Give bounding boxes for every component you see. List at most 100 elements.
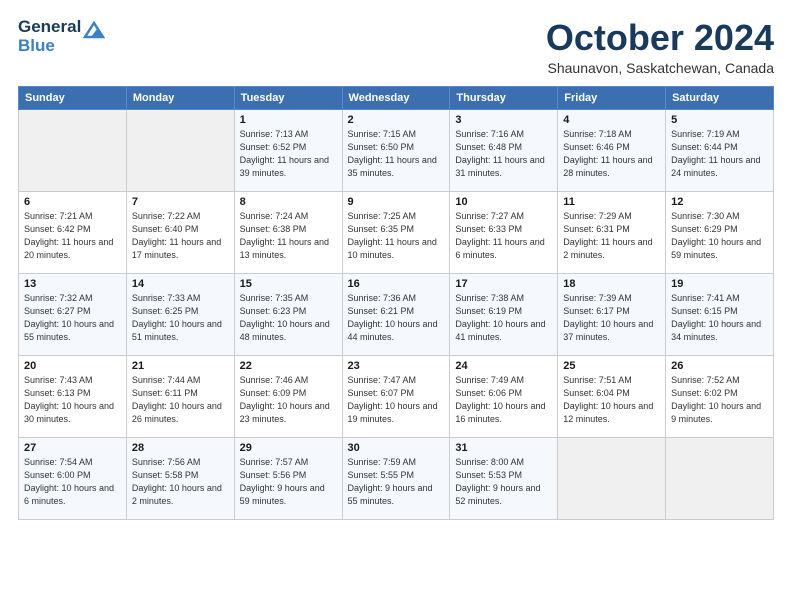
calendar-cell: 19 Sunrise: 7:41 AM Sunset: 6:15 PM Dayli… bbox=[666, 273, 774, 355]
calendar-cell: 12 Sunrise: 7:30 AM Sunset: 6:29 PM Dayli… bbox=[666, 191, 774, 273]
day-number: 6 bbox=[24, 196, 121, 208]
day-detail: Sunrise: 7:39 AM Sunset: 6:17 PM Dayligh… bbox=[563, 292, 660, 344]
day-number: 11 bbox=[563, 196, 660, 208]
day-number: 30 bbox=[348, 442, 445, 454]
week-row-3: 20Sunrise: 7:43 AM Sunset: 6:13 PM Dayli… bbox=[19, 355, 774, 437]
logo-text: General Blue bbox=[18, 18, 81, 55]
day-number: 17 bbox=[455, 278, 552, 290]
day-detail: Sunrise: 7:36 AM Sunset: 6:21 PM Dayligh… bbox=[348, 292, 445, 344]
logo-icon bbox=[83, 21, 105, 44]
header: General Blue October 2024 Shaunavon, Sas… bbox=[18, 18, 774, 76]
day-detail: Sunrise: 7:35 AM Sunset: 6:23 PM Dayligh… bbox=[240, 292, 337, 344]
location-title: Shaunavon, Saskatchewan, Canada bbox=[546, 60, 774, 76]
weekday-header-sunday: Sunday bbox=[19, 86, 127, 109]
day-number: 16 bbox=[348, 278, 445, 290]
title-section: October 2024 Shaunavon, Saskatchewan, Ca… bbox=[546, 18, 774, 76]
weekday-header-friday: Friday bbox=[558, 86, 666, 109]
day-detail: Sunrise: 7:56 AM Sunset: 5:58 PM Dayligh… bbox=[132, 456, 229, 508]
calendar-cell: 6 Sunrise: 7:21 AM Sunset: 6:42 PM Daylig… bbox=[19, 191, 127, 273]
day-detail: Sunrise: 7:24 AM Sunset: 6:38 PM Dayligh… bbox=[240, 210, 337, 262]
day-number: 2 bbox=[348, 114, 445, 126]
calendar-cell: 26 Sunrise: 7:52 AM Sunset: 6:02 PM Dayli… bbox=[666, 355, 774, 437]
weekday-header-wednesday: Wednesday bbox=[342, 86, 450, 109]
weekday-header-tuesday: Tuesday bbox=[234, 86, 342, 109]
day-detail: Sunrise: 7:44 AM Sunset: 6:11 PM Dayligh… bbox=[132, 374, 229, 426]
day-detail: Sunrise: 7:29 AM Sunset: 6:31 PM Dayligh… bbox=[563, 210, 660, 262]
day-detail: Sunrise: 7:52 AM Sunset: 6:02 PM Dayligh… bbox=[671, 374, 768, 426]
day-number: 27 bbox=[24, 442, 121, 454]
logo-blue: Blue bbox=[18, 36, 55, 55]
day-detail: Sunrise: 7:15 AM Sunset: 6:50 PM Dayligh… bbox=[348, 128, 445, 180]
weekday-header-thursday: Thursday bbox=[450, 86, 558, 109]
day-detail: Sunrise: 7:32 AM Sunset: 6:27 PM Dayligh… bbox=[24, 292, 121, 344]
day-detail: Sunrise: 7:57 AM Sunset: 5:56 PM Dayligh… bbox=[240, 456, 337, 508]
calendar-table: SundayMondayTuesdayWednesdayThursdayFrid… bbox=[18, 86, 774, 520]
calendar-cell: 1Sunrise: 7:13 AM Sunset: 6:52 PM Daylig… bbox=[234, 109, 342, 191]
day-detail: Sunrise: 7:46 AM Sunset: 6:09 PM Dayligh… bbox=[240, 374, 337, 426]
day-number: 19 bbox=[671, 278, 768, 290]
day-number: 12 bbox=[671, 196, 768, 208]
calendar-cell: 9 Sunrise: 7:25 AM Sunset: 6:35 PM Daylig… bbox=[342, 191, 450, 273]
day-number: 13 bbox=[24, 278, 121, 290]
calendar-cell: 30 Sunrise: 7:59 AM Sunset: 5:55 PM Dayli… bbox=[342, 437, 450, 519]
day-detail: Sunrise: 7:59 AM Sunset: 5:55 PM Dayligh… bbox=[348, 456, 445, 508]
day-detail: Sunrise: 7:43 AM Sunset: 6:13 PM Dayligh… bbox=[24, 374, 121, 426]
day-number: 9 bbox=[348, 196, 445, 208]
calendar-cell: 25 Sunrise: 7:51 AM Sunset: 6:04 PM Dayli… bbox=[558, 355, 666, 437]
calendar-cell: 16 Sunrise: 7:36 AM Sunset: 6:21 PM Dayli… bbox=[342, 273, 450, 355]
day-detail: Sunrise: 7:25 AM Sunset: 6:35 PM Dayligh… bbox=[348, 210, 445, 262]
calendar-cell: 2 Sunrise: 7:15 AM Sunset: 6:50 PM Daylig… bbox=[342, 109, 450, 191]
calendar-cell: 11 Sunrise: 7:29 AM Sunset: 6:31 PM Dayli… bbox=[558, 191, 666, 273]
day-number: 28 bbox=[132, 442, 229, 454]
week-row-4: 27Sunrise: 7:54 AM Sunset: 6:00 PM Dayli… bbox=[19, 437, 774, 519]
day-number: 4 bbox=[563, 114, 660, 126]
day-detail: Sunrise: 7:19 AM Sunset: 6:44 PM Dayligh… bbox=[671, 128, 768, 180]
day-detail: Sunrise: 7:27 AM Sunset: 6:33 PM Dayligh… bbox=[455, 210, 552, 262]
calendar-cell: 18 Sunrise: 7:39 AM Sunset: 6:17 PM Dayli… bbox=[558, 273, 666, 355]
calendar-cell: 22Sunrise: 7:46 AM Sunset: 6:09 PM Dayli… bbox=[234, 355, 342, 437]
day-detail: Sunrise: 7:18 AM Sunset: 6:46 PM Dayligh… bbox=[563, 128, 660, 180]
calendar-cell: 5 Sunrise: 7:19 AM Sunset: 6:44 PM Daylig… bbox=[666, 109, 774, 191]
day-number: 10 bbox=[455, 196, 552, 208]
day-detail: Sunrise: 7:33 AM Sunset: 6:25 PM Dayligh… bbox=[132, 292, 229, 344]
calendar-cell: 23 Sunrise: 7:47 AM Sunset: 6:07 PM Dayli… bbox=[342, 355, 450, 437]
day-number: 1 bbox=[240, 114, 337, 126]
day-detail: Sunrise: 7:30 AM Sunset: 6:29 PM Dayligh… bbox=[671, 210, 768, 262]
month-title: October 2024 bbox=[546, 18, 774, 58]
calendar-cell: 24Sunrise: 7:49 AM Sunset: 6:06 PM Dayli… bbox=[450, 355, 558, 437]
day-number: 5 bbox=[671, 114, 768, 126]
calendar-cell: 8Sunrise: 7:24 AM Sunset: 6:38 PM Daylig… bbox=[234, 191, 342, 273]
calendar-cell bbox=[666, 437, 774, 519]
day-detail: Sunrise: 7:22 AM Sunset: 6:40 PM Dayligh… bbox=[132, 210, 229, 262]
day-number: 14 bbox=[132, 278, 229, 290]
day-number: 18 bbox=[563, 278, 660, 290]
day-number: 26 bbox=[671, 360, 768, 372]
day-number: 23 bbox=[348, 360, 445, 372]
calendar-cell: 21 Sunrise: 7:44 AM Sunset: 6:11 PM Dayli… bbox=[126, 355, 234, 437]
calendar-cell: 31Sunrise: 8:00 AM Sunset: 5:53 PM Dayli… bbox=[450, 437, 558, 519]
calendar-cell: 29 Sunrise: 7:57 AM Sunset: 5:56 PM Dayli… bbox=[234, 437, 342, 519]
calendar-cell bbox=[126, 109, 234, 191]
weekday-header-monday: Monday bbox=[126, 86, 234, 109]
day-number: 25 bbox=[563, 360, 660, 372]
week-row-1: 6 Sunrise: 7:21 AM Sunset: 6:42 PM Daylig… bbox=[19, 191, 774, 273]
calendar-cell: 7Sunrise: 7:22 AM Sunset: 6:40 PM Daylig… bbox=[126, 191, 234, 273]
day-number: 15 bbox=[240, 278, 337, 290]
day-detail: Sunrise: 7:47 AM Sunset: 6:07 PM Dayligh… bbox=[348, 374, 445, 426]
calendar-cell: 15 Sunrise: 7:35 AM Sunset: 6:23 PM Dayli… bbox=[234, 273, 342, 355]
day-number: 24 bbox=[455, 360, 552, 372]
calendar-cell: 10 Sunrise: 7:27 AM Sunset: 6:33 PM Dayli… bbox=[450, 191, 558, 273]
logo: General Blue bbox=[18, 18, 105, 55]
logo-general: General bbox=[18, 17, 81, 36]
calendar-cell: 27Sunrise: 7:54 AM Sunset: 6:00 PM Dayli… bbox=[19, 437, 127, 519]
day-detail: Sunrise: 7:41 AM Sunset: 6:15 PM Dayligh… bbox=[671, 292, 768, 344]
day-number: 21 bbox=[132, 360, 229, 372]
weekday-header-row: SundayMondayTuesdayWednesdayThursdayFrid… bbox=[19, 86, 774, 109]
week-row-2: 13 Sunrise: 7:32 AM Sunset: 6:27 PM Dayli… bbox=[19, 273, 774, 355]
calendar-cell bbox=[19, 109, 127, 191]
day-detail: Sunrise: 7:51 AM Sunset: 6:04 PM Dayligh… bbox=[563, 374, 660, 426]
day-number: 29 bbox=[240, 442, 337, 454]
weekday-header-saturday: Saturday bbox=[666, 86, 774, 109]
day-detail: Sunrise: 7:16 AM Sunset: 6:48 PM Dayligh… bbox=[455, 128, 552, 180]
day-detail: Sunrise: 7:21 AM Sunset: 6:42 PM Dayligh… bbox=[24, 210, 121, 262]
